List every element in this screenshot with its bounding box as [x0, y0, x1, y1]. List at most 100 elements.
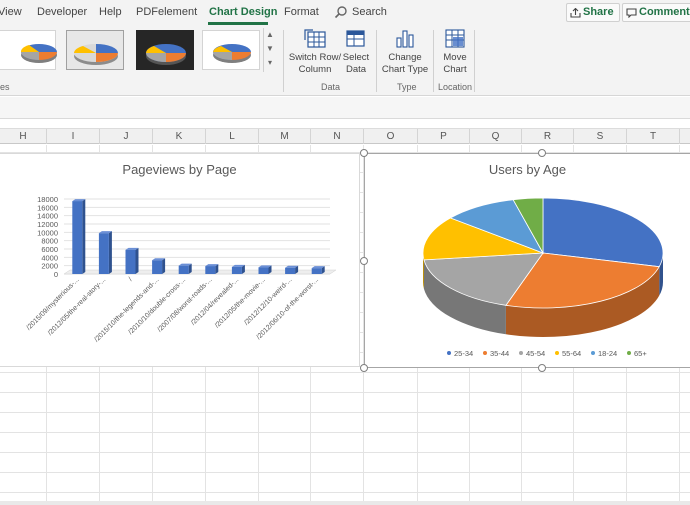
column-header[interactable]: P: [418, 129, 470, 144]
gallery-scroll[interactable]: ▲ ▼ ▾: [263, 28, 276, 72]
gallery-more-icon[interactable]: ▾: [264, 56, 276, 70]
legend-marker: [627, 351, 631, 355]
bar: [125, 249, 136, 274]
menu-view[interactable]: View: [0, 6, 22, 18]
ribbon: ▲ ▼ ▾ es Switch Row/ Column Select Data …: [0, 26, 690, 96]
y-tick-label: 2000: [41, 262, 58, 271]
legend-marker: [591, 351, 595, 355]
chart-style-thumbnail[interactable]: [136, 30, 194, 70]
ribbon-divider: [433, 30, 434, 92]
resize-handle[interactable]: [538, 149, 546, 157]
column-header[interactable]: S: [574, 129, 627, 144]
switch-row-column-icon: [304, 29, 326, 48]
legend-label: 25-34: [454, 349, 473, 358]
comments-button[interactable]: Comments: [622, 3, 690, 22]
column-header[interactable]: M: [259, 129, 311, 144]
menu-pdfelement[interactable]: PDFelement: [136, 6, 197, 18]
y-tick-label: 0: [54, 270, 58, 279]
chart-style-thumbnail[interactable]: [66, 30, 124, 70]
column-header[interactable]: J: [100, 129, 153, 144]
column-header[interactable]: H: [0, 129, 47, 144]
menu-chart-design[interactable]: Chart Design: [209, 6, 277, 18]
location-group-label: Location: [438, 82, 473, 92]
ribbon-divider: [283, 30, 284, 92]
column-header[interactable]: K: [153, 129, 206, 144]
search-icon[interactable]: [334, 5, 348, 19]
move-chart-label: Move Chart: [443, 52, 467, 75]
bar: [311, 268, 322, 274]
legend-label: 35-44: [490, 349, 509, 358]
column-header[interactable]: N: [311, 129, 364, 144]
chevron-up-icon[interactable]: ▲: [264, 28, 276, 42]
pageviews-chart[interactable]: Pageviews by Page 0 2000 4000 6000 8000 10000…: [0, 153, 360, 367]
y-tick-label: 16000: [37, 203, 58, 212]
legend-marker: [483, 351, 487, 355]
y-tick-label: 6000: [41, 245, 58, 254]
resize-handle[interactable]: [538, 364, 546, 372]
bar: [152, 260, 163, 274]
y-tick-label: 10000: [37, 228, 58, 237]
chart-styles-group-label: es: [0, 82, 10, 92]
y-tick-label: 12000: [37, 220, 58, 229]
menu-help[interactable]: Help: [99, 6, 122, 18]
bar: [205, 266, 216, 274]
column-header[interactable]: L: [206, 129, 259, 144]
share-button[interactable]: Share: [566, 3, 620, 22]
active-tab-underline: [208, 22, 268, 25]
legend-label: 55-64: [562, 349, 581, 358]
chevron-down-icon[interactable]: ▼: [264, 42, 276, 56]
chart-style-thumbnail[interactable]: [0, 30, 57, 70]
chart-style-thumbnail[interactable]: [202, 30, 260, 70]
menu-developer[interactable]: Developer: [37, 6, 87, 18]
share-icon: [570, 8, 581, 18]
category-label: /2015/09/mysterious-...: [25, 276, 80, 331]
column-header[interactable]: R: [522, 129, 574, 144]
legend-label: 65+: [634, 349, 647, 358]
comment-icon: [626, 8, 637, 18]
share-label: Share: [583, 6, 614, 18]
category-label: /: [128, 276, 134, 282]
ribbon-divider: [376, 30, 377, 92]
move-chart-button[interactable]: Move Chart: [438, 28, 472, 76]
search-label[interactable]: Search: [352, 6, 387, 18]
menu-bar: View Developer Help PDFelement Chart Des…: [0, 0, 690, 26]
column-header[interactable]: Q: [470, 129, 522, 144]
category-label: /2012/05/the-movie-...: [214, 276, 267, 329]
bar-side: [135, 247, 139, 274]
move-chart-icon: [445, 29, 465, 48]
resize-handle[interactable]: [360, 149, 368, 157]
column-header[interactable]: I: [47, 129, 100, 144]
legend-marker: [555, 351, 559, 355]
change-chart-type-label: Change Chart Type: [381, 52, 429, 75]
y-tick-label: 4000: [41, 253, 58, 262]
bar: [258, 267, 269, 274]
data-group-label: Data: [321, 82, 341, 92]
comments-label: Comments: [639, 6, 690, 18]
change-chart-type-button[interactable]: Change Chart Type: [380, 28, 430, 76]
column-header-row: HIJKLMNOPQRST: [0, 128, 690, 144]
legend-marker: [447, 351, 451, 355]
category-label: /2012/04/revealed-...: [190, 276, 240, 326]
resize-handle[interactable]: [360, 364, 368, 372]
select-data-button[interactable]: Select Data: [341, 28, 371, 76]
formula-bar-area: [0, 97, 690, 119]
bar-side: [82, 199, 86, 274]
column-header[interactable]: T: [627, 129, 680, 144]
menu-format[interactable]: Format: [284, 6, 319, 18]
pie-chart-svg: 25-34 35-44 45-54 55-64 18-24 65+: [422, 197, 664, 358]
bar-side: [108, 231, 112, 274]
bar: [285, 267, 296, 274]
y-tick-label: 18000: [37, 195, 58, 204]
users-by-age-chart[interactable]: Users by Age 25-34 35-44 45-54 55-64 18-24 65…: [364, 153, 690, 368]
change-chart-type-icon: [396, 30, 414, 48]
legend-label: 45-54: [526, 349, 545, 358]
switch-row-column-button[interactable]: Switch Row/ Column: [287, 28, 343, 76]
status-bar: [0, 501, 690, 505]
column-header[interactable]: O: [364, 129, 418, 144]
category-label: /2007/08/worst-roads-...: [156, 276, 213, 333]
bar: [178, 265, 189, 274]
category-label: /2012/05/the-real-story-...: [47, 276, 108, 337]
legend-label: 18-24: [598, 349, 617, 358]
bar: [231, 266, 242, 274]
resize-handle[interactable]: [360, 257, 368, 265]
